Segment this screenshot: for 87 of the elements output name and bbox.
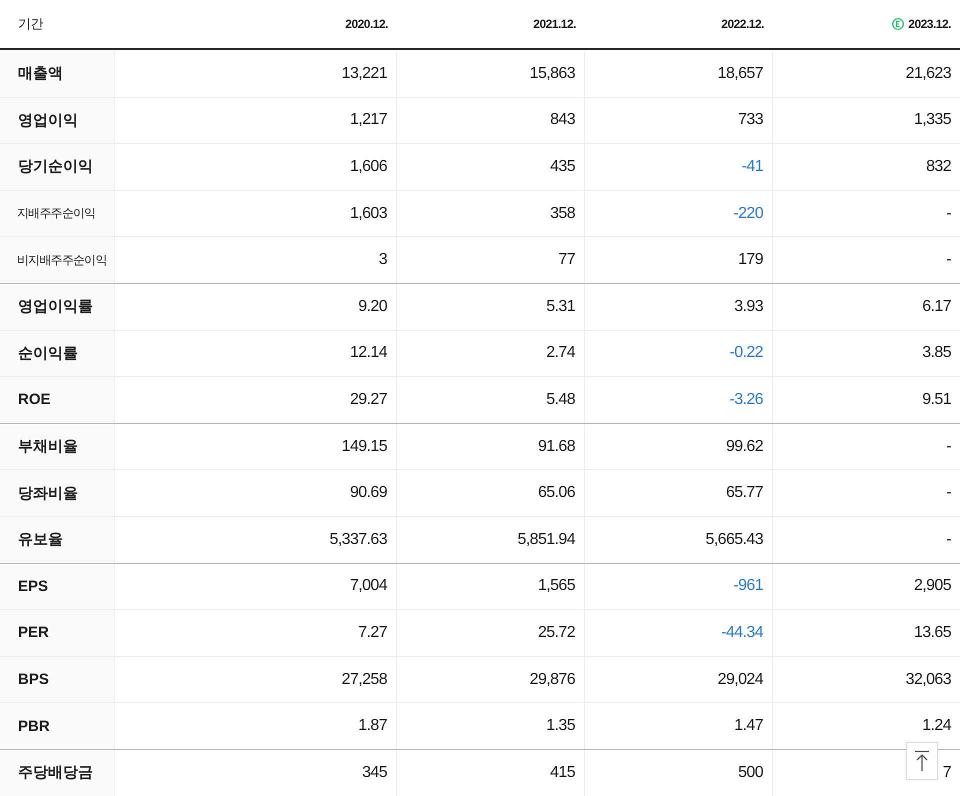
table-cell: 1,565 bbox=[538, 577, 575, 596]
table-cell: 1.35 bbox=[546, 717, 575, 736]
scroll-to-top-button[interactable] bbox=[906, 742, 938, 780]
table-cell: - bbox=[946, 530, 951, 549]
table-cell: 435 bbox=[550, 158, 575, 176]
table-cell: 7 bbox=[942, 764, 951, 782]
row-label: 영업이익 bbox=[0, 98, 115, 144]
table-cell: 149.15 bbox=[342, 438, 387, 456]
column-header: 2023.12. bbox=[908, 17, 951, 31]
table-cell: 5,665.43 bbox=[706, 530, 763, 549]
table-cell: 29,024 bbox=[718, 670, 763, 689]
row-label: 영업이익률 bbox=[0, 284, 115, 330]
table-cell: -3.26 bbox=[730, 390, 763, 409]
arrow-up-icon bbox=[914, 750, 930, 772]
table-cell: - bbox=[946, 484, 951, 502]
row-label: 부채비율 bbox=[0, 424, 115, 470]
table-cell: 2.74 bbox=[546, 344, 575, 362]
table-cell: 179 bbox=[738, 251, 763, 270]
table-cell: 91.68 bbox=[538, 438, 575, 456]
table-cell: 77 bbox=[558, 251, 575, 270]
table-cell: -44.34 bbox=[721, 624, 763, 642]
row-label: 유보율 bbox=[0, 516, 115, 563]
table-cell: 29.27 bbox=[350, 390, 387, 409]
row-label: BPS bbox=[0, 656, 115, 702]
table-cell: 1,606 bbox=[350, 158, 387, 176]
table-cell: 65.77 bbox=[726, 484, 763, 502]
table-cell: 1,335 bbox=[914, 111, 951, 130]
table-cell: 9.20 bbox=[358, 298, 387, 316]
table-cell: 15,863 bbox=[530, 64, 575, 83]
table-cell: 415 bbox=[550, 764, 575, 782]
table-cell: 500 bbox=[738, 764, 763, 782]
table-cell: - bbox=[946, 438, 951, 456]
table-cell: -0.22 bbox=[730, 344, 763, 362]
table-cell: - bbox=[946, 251, 951, 270]
table-cell: 1,603 bbox=[350, 204, 387, 223]
row-label: 당기순이익 bbox=[0, 144, 115, 190]
table-cell: 90.69 bbox=[350, 484, 387, 502]
table-cell: 13.65 bbox=[914, 624, 951, 642]
table-cell: 18,657 bbox=[718, 64, 763, 83]
table-cell: 733 bbox=[738, 111, 763, 130]
table-cell: 25.72 bbox=[538, 624, 575, 642]
table-cell: 6.17 bbox=[922, 298, 951, 316]
row-label: 비지배주주순이익 bbox=[0, 237, 115, 283]
table-cell: 1,217 bbox=[350, 111, 387, 130]
column-header: 2021.12. bbox=[533, 17, 576, 31]
table-cell: 1.87 bbox=[358, 717, 387, 736]
table-cell: 12.14 bbox=[350, 344, 387, 362]
table-cell: 1.47 bbox=[734, 717, 763, 736]
table-cell: 32,063 bbox=[906, 670, 951, 689]
row-label: 주당배당금 bbox=[0, 750, 115, 796]
table-cell: 345 bbox=[362, 764, 387, 782]
column-header: 2020.12. bbox=[345, 17, 388, 31]
table-cell: 5,851.94 bbox=[518, 530, 575, 549]
table-cell: 7,004 bbox=[350, 577, 387, 596]
row-label: PER bbox=[0, 610, 115, 656]
table-cell: 21,623 bbox=[906, 64, 951, 83]
column-header: 기간 bbox=[17, 15, 44, 33]
table-cell: 7.27 bbox=[358, 624, 387, 642]
column-header: 2022.12. bbox=[721, 17, 764, 31]
table-cell: -220 bbox=[733, 204, 763, 223]
row-label: 지배주주순이익 bbox=[0, 190, 115, 236]
table-cell: -961 bbox=[733, 577, 763, 596]
row-label: 당좌비율 bbox=[0, 470, 115, 516]
table-cell: 3 bbox=[378, 251, 387, 270]
table-cell: 29,876 bbox=[530, 670, 575, 689]
table-cell: 2,905 bbox=[914, 577, 951, 596]
row-label: ROE bbox=[0, 377, 115, 423]
table-cell: 3.93 bbox=[734, 298, 763, 316]
table-cell: 843 bbox=[550, 111, 575, 130]
row-label: PBR bbox=[0, 703, 115, 749]
row-label: 매출액 bbox=[0, 51, 115, 97]
table-cell: 65.06 bbox=[538, 484, 575, 502]
table-cell: 9.51 bbox=[922, 390, 951, 409]
table-cell: 832 bbox=[926, 158, 951, 176]
table-cell: 27,258 bbox=[342, 670, 387, 689]
row-label: EPS bbox=[0, 564, 115, 610]
table-cell: 3.85 bbox=[922, 344, 951, 362]
table-cell: 5.31 bbox=[546, 298, 575, 316]
table-cell: 1.24 bbox=[922, 717, 951, 736]
table-cell: 99.62 bbox=[726, 438, 763, 456]
table-cell: 5,337.63 bbox=[330, 530, 387, 549]
table-cell: 358 bbox=[550, 204, 575, 223]
table-cell: -41 bbox=[742, 158, 763, 176]
table-cell: 5.48 bbox=[546, 390, 575, 409]
table-cell: - bbox=[946, 204, 951, 223]
row-label: 순이익률 bbox=[0, 330, 115, 376]
table-cell: 13,221 bbox=[342, 64, 387, 83]
